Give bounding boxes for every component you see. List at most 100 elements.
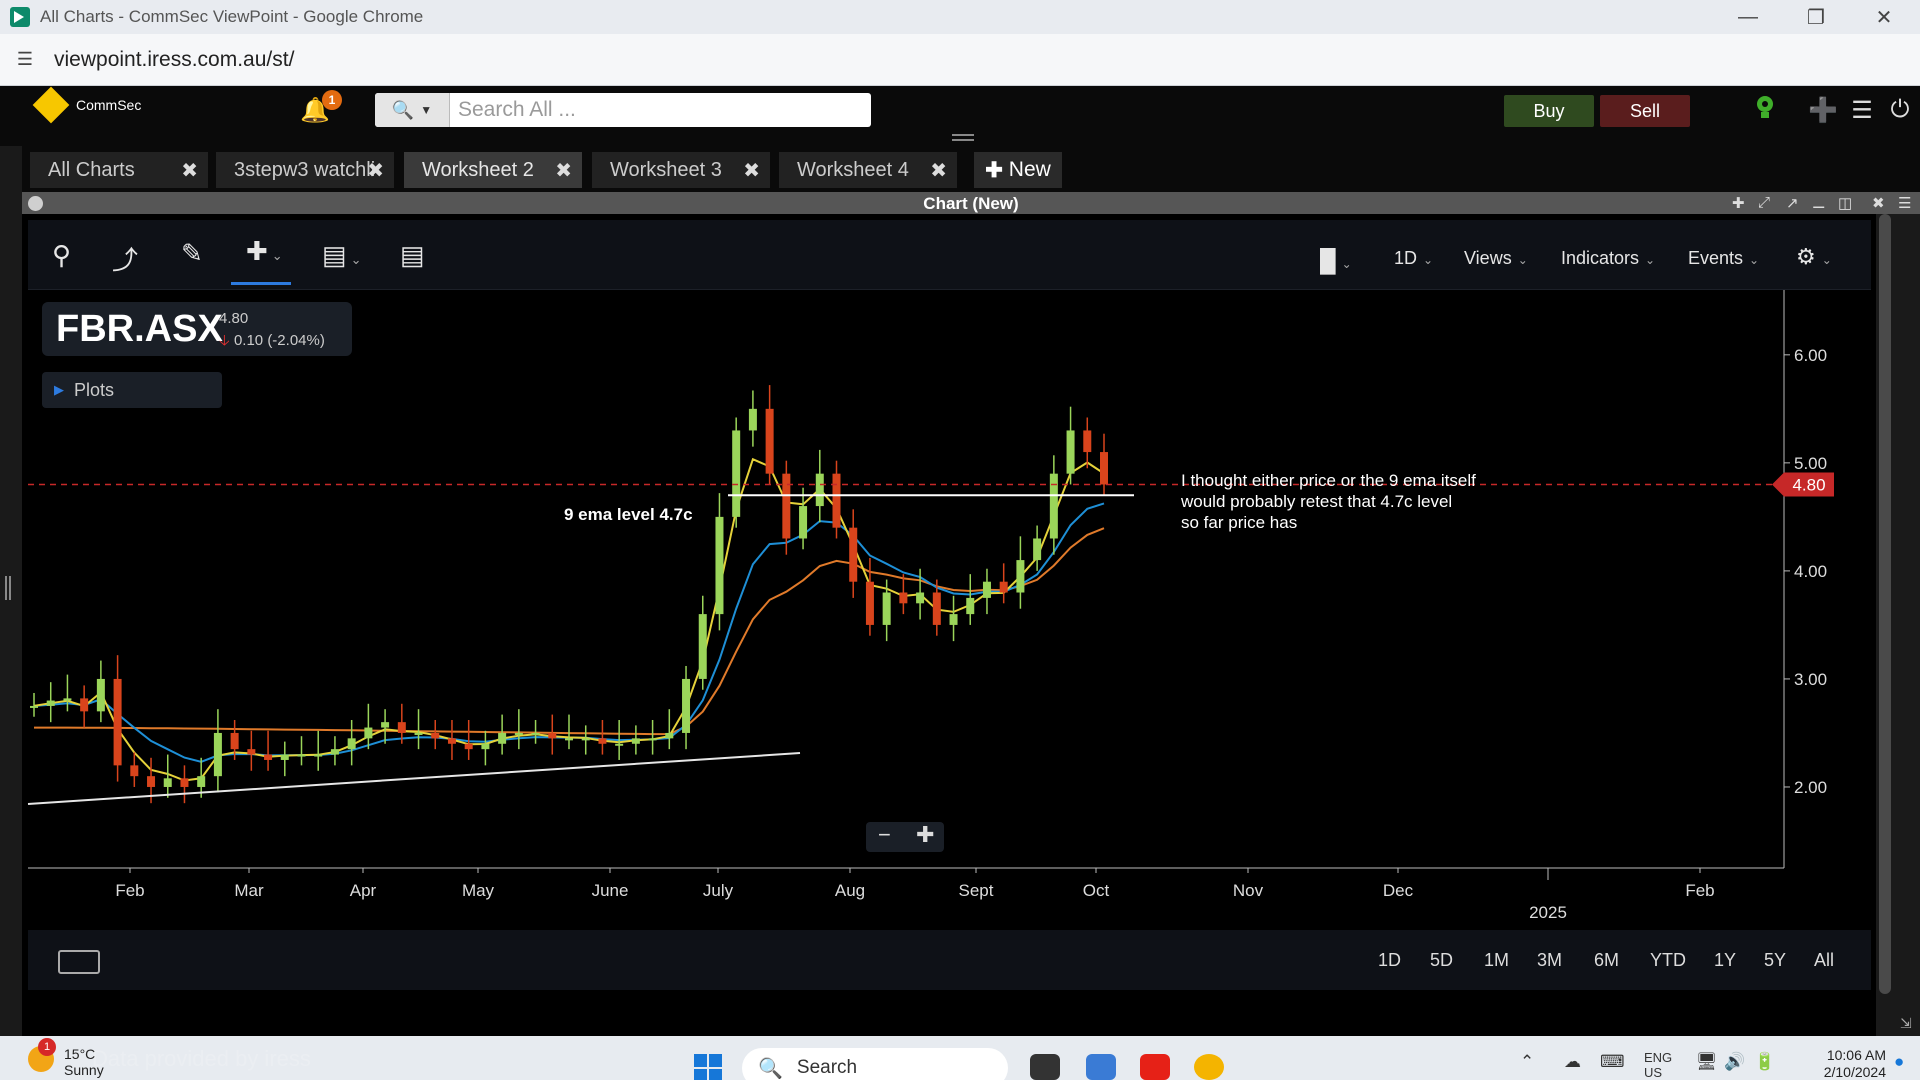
- battery-icon[interactable]: 🔋: [1754, 1052, 1775, 1072]
- chevron-down-icon: ⌄: [271, 248, 283, 263]
- range-button-6m[interactable]: 6M: [1594, 950, 1619, 971]
- new-tab-button[interactable]: ✚ New: [974, 152, 1062, 188]
- close-tab-icon[interactable]: ✖: [743, 158, 760, 183]
- tab-worksheet-3[interactable]: Worksheet 3 ✖: [592, 152, 770, 188]
- left-resize-grip[interactable]: [5, 576, 11, 600]
- tab-3stepw3-watchlist[interactable]: 3stepw3 watchli ✖: [216, 152, 394, 188]
- settings-gear-icon[interactable]: ⚙ ⌄: [1796, 244, 1832, 270]
- close-tab-icon[interactable]: ✖: [367, 158, 384, 183]
- clock-date: 2/10/2024: [1823, 1064, 1886, 1080]
- events-label: Events: [1688, 248, 1744, 268]
- minimize-button[interactable]: —: [1720, 0, 1776, 34]
- range-button-ytd[interactable]: YTD: [1650, 950, 1686, 971]
- table-icon[interactable]: ▤: [400, 240, 425, 271]
- resize-corner-icon[interactable]: ⇲: [1900, 1015, 1912, 1032]
- url-text[interactable]: viewpoint.iress.com.au/st/: [54, 48, 294, 72]
- taskbar-search[interactable]: 🔍 Search: [742, 1048, 1008, 1080]
- plots-label: Plots: [74, 379, 115, 400]
- window-popout-icon[interactable]: ↗: [1786, 194, 1799, 212]
- vertical-scrollbar[interactable]: [1879, 214, 1891, 994]
- app-icon: [10, 7, 30, 27]
- window-minimize-icon[interactable]: ⚊: [1812, 194, 1825, 212]
- range-button-1m[interactable]: 1M: [1484, 950, 1509, 971]
- add-study-icon[interactable]: ⤴: [112, 240, 138, 277]
- chevron-down-icon: ⌄: [1749, 253, 1760, 267]
- window-add-icon[interactable]: ✚: [1732, 194, 1745, 212]
- search-box[interactable]: 🔍 ▼: [375, 93, 871, 127]
- window-menu-icon[interactable]: ☰: [1898, 194, 1911, 212]
- close-window-button[interactable]: ✕: [1856, 0, 1912, 34]
- sell-button[interactable]: Sell: [1600, 95, 1690, 127]
- interval-dropdown[interactable]: 1D ⌄: [1394, 248, 1433, 269]
- close-tab-icon[interactable]: ✖: [181, 158, 198, 183]
- data-provider-watermark: Data provided by iress: [92, 1046, 311, 1071]
- menu-icon[interactable]: ☰: [1848, 96, 1876, 125]
- comment-icon[interactable]: ▤ ⌄: [322, 240, 361, 271]
- symbol-panel[interactable]: FBR.ASX 4.80 🡣 0.10 (-2.04%): [42, 302, 352, 356]
- draw-pencil-icon[interactable]: ✎: [181, 238, 203, 269]
- commsec-logo[interactable]: CommSec: [32, 86, 141, 124]
- zoom-out-button[interactable]: −: [878, 822, 891, 848]
- youtube-icon[interactable]: [1140, 1054, 1170, 1080]
- close-tab-icon[interactable]: ✖: [930, 158, 947, 183]
- zoom-in-button[interactable]: ✚: [916, 822, 934, 848]
- window-expand-icon[interactable]: ⤢: [1758, 194, 1770, 211]
- active-tool-indicator: [231, 282, 291, 285]
- chart-type-button[interactable]: █ ⌄: [1320, 248, 1352, 274]
- tab-worksheet-2[interactable]: Worksheet 2 ✖: [404, 152, 582, 188]
- tab-worksheet-4[interactable]: Worksheet 4 ✖: [779, 152, 957, 188]
- site-settings-icon[interactable]: ☰: [14, 49, 36, 71]
- close-tab-icon[interactable]: ✖: [555, 158, 572, 183]
- chart-window-titlebar[interactable]: Chart (New): [22, 192, 1920, 214]
- window-split-icon[interactable]: ◫: [1838, 194, 1852, 212]
- network-icon[interactable]: 🖥: [1696, 1052, 1718, 1072]
- events-dropdown[interactable]: Events ⌄: [1688, 248, 1759, 269]
- search-type-dropdown[interactable]: 🔍 ▼: [375, 93, 450, 127]
- views-dropdown[interactable]: Views ⌄: [1464, 248, 1528, 269]
- search-symbol-icon[interactable]: ⚲: [52, 240, 71, 271]
- interval-label: 1D: [1394, 248, 1418, 268]
- range-button-5y[interactable]: 5Y: [1764, 950, 1786, 971]
- taskbar-clock[interactable]: 10:06 AM 2/10/2024: [1786, 1047, 1886, 1080]
- indicators-label: Indicators: [1561, 248, 1640, 268]
- search-input[interactable]: [450, 98, 850, 122]
- window-close-icon[interactable]: ✖: [1872, 194, 1885, 212]
- restore-button[interactable]: ❐: [1788, 0, 1844, 34]
- tray-chevron-up-icon[interactable]: ⌃: [1520, 1052, 1534, 1072]
- language-indicator[interactable]: ENG US: [1644, 1050, 1672, 1080]
- range-button-all[interactable]: All: [1814, 950, 1834, 971]
- chevron-down-icon: ⌄: [1645, 253, 1656, 267]
- search-icon: 🔍: [391, 99, 415, 120]
- windows-start-icon[interactable]: [694, 1054, 722, 1080]
- range-button-1d[interactable]: 1D: [1378, 950, 1401, 971]
- range-button-5d[interactable]: 5D: [1430, 950, 1453, 971]
- taskbar-search-label: Search: [796, 1057, 858, 1078]
- range-button-3m[interactable]: 3M: [1537, 950, 1562, 971]
- chart-area[interactable]: [28, 290, 1871, 930]
- chevron-down-icon: ⌄: [1821, 253, 1832, 267]
- weather-sun-icon[interactable]: 1: [28, 1038, 56, 1072]
- clock-time: 10:06 AM: [1826, 1047, 1886, 1063]
- brand-diamond-icon: [32, 86, 70, 124]
- keyboard-icon[interactable]: [58, 950, 100, 974]
- snipping-tool-icon[interactable]: [1086, 1054, 1116, 1080]
- notifications-bell-icon[interactable]: 🔔 1: [300, 90, 342, 125]
- power-icon[interactable]: ⏻: [1886, 96, 1914, 124]
- plots-toggle[interactable]: ▶ Plots: [42, 372, 222, 408]
- range-button-1y[interactable]: 1Y: [1714, 950, 1736, 971]
- panel-drag-handle[interactable]: [952, 134, 974, 141]
- buy-button[interactable]: Buy: [1504, 95, 1594, 127]
- tray-cloud-icon[interactable]: ☁: [1564, 1052, 1581, 1072]
- address-bar[interactable]: ☰ viewpoint.iress.com.au/st/: [0, 34, 1920, 86]
- chart-window-title: Chart (New): [923, 194, 1019, 213]
- notification-icon[interactable]: ●: [1894, 1052, 1904, 1072]
- add-icon[interactable]: ➕: [1808, 96, 1838, 125]
- lightbulb-icon[interactable]: [1754, 94, 1776, 122]
- tab-all-charts[interactable]: All Charts ✖: [30, 152, 208, 188]
- crosshair-tool-icon[interactable]: ✚ ⌄: [246, 236, 283, 267]
- tray-keyboard-icon[interactable]: ⌨: [1600, 1052, 1625, 1072]
- chrome-icon[interactable]: [1194, 1054, 1224, 1080]
- task-view-icon[interactable]: [1030, 1054, 1060, 1080]
- indicators-dropdown[interactable]: Indicators ⌄: [1561, 248, 1655, 269]
- volume-icon[interactable]: 🔊: [1724, 1052, 1745, 1072]
